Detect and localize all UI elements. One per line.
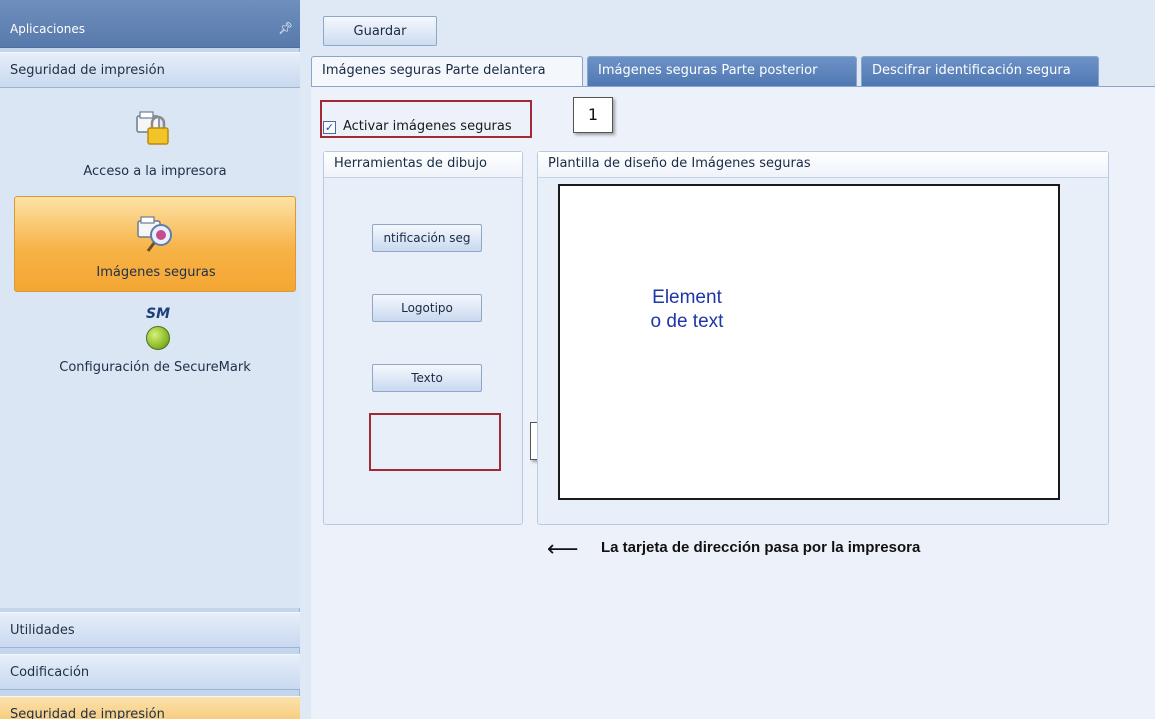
text-tool-button[interactable]: Texto bbox=[372, 364, 482, 392]
group-bar-label: Codificación bbox=[10, 665, 90, 680]
group-bar-print-security-bottom[interactable]: Seguridad de impresión bbox=[0, 696, 300, 719]
sidebar-item-securemark[interactable]: SM Configuración de SecureMark bbox=[14, 302, 296, 392]
tab-back[interactable]: Imágenes seguras Parte posterior bbox=[587, 56, 857, 86]
printer-lock-icon bbox=[135, 110, 175, 150]
logo-tool-button[interactable]: Logotipo bbox=[372, 294, 482, 322]
securemark-icon: SM bbox=[145, 306, 170, 322]
pin-icon[interactable]: 📌︎ bbox=[278, 21, 293, 35]
sidebar-item-secure-images[interactable]: Imágenes seguras bbox=[14, 196, 296, 292]
tab-decode[interactable]: Descifrar identificación segura bbox=[861, 56, 1099, 86]
group-bar-utilities[interactable]: Utilidades bbox=[0, 612, 300, 648]
group-bar-label: Utilidades bbox=[10, 623, 75, 638]
sidebar-header: Aplicaciones 📌︎ bbox=[0, 0, 300, 48]
toolbar: Guardar bbox=[301, 0, 1155, 54]
sidebar-item-printer-access[interactable]: Acceso a la impresora bbox=[14, 108, 296, 194]
group-bar-print-security[interactable]: Seguridad de impresión bbox=[0, 52, 300, 88]
group-bar-label: Seguridad de impresión bbox=[10, 63, 165, 78]
design-template-panel: Plantilla de diseño de Imágenes seguras … bbox=[537, 151, 1109, 525]
canvas-text-element[interactable]: Element o de text bbox=[632, 286, 742, 334]
sidebar-item-label: Acceso a la impresora bbox=[83, 164, 227, 179]
highlight-box-1 bbox=[320, 100, 532, 138]
sidebar-item-label: Imágenes seguras bbox=[96, 265, 216, 280]
sidebar-title: Aplicaciones bbox=[10, 22, 85, 36]
status-dot-icon bbox=[146, 326, 170, 350]
canvas-text-line: Element bbox=[652, 287, 722, 308]
applications-sidebar: Aplicaciones 📌︎ Seguridad de impresión A… bbox=[0, 0, 300, 719]
design-canvas[interactable]: Element o de text bbox=[558, 184, 1060, 500]
left-arrow-icon: ⟵ bbox=[547, 537, 579, 562]
secure-id-tool-button[interactable]: ntificación seg bbox=[372, 224, 482, 252]
tab-content: ✓ Activar imágenes seguras 1 Herramienta… bbox=[311, 86, 1155, 719]
group-bar-encoding[interactable]: Codificación bbox=[0, 654, 300, 690]
drawing-tools-panel: Herramientas de dibujo ntificación seg L… bbox=[323, 151, 570, 525]
secure-image-icon bbox=[136, 215, 176, 255]
highlight-box-2 bbox=[369, 413, 501, 471]
panel-title: Plantilla de diseño de Imágenes seguras bbox=[538, 152, 1108, 178]
card-direction-label: La tarjeta de dirección pasa por la impr… bbox=[601, 539, 921, 556]
callout-number-1: 1 bbox=[573, 97, 613, 133]
panel-title: Herramientas de dibujo bbox=[324, 152, 522, 178]
save-button[interactable]: Guardar bbox=[323, 16, 437, 46]
main-area: Guardar Imágenes seguras Parte delantera… bbox=[301, 0, 1155, 719]
tab-front[interactable]: Imágenes seguras Parte delantera bbox=[311, 56, 583, 88]
sidebar-item-label: Configuración de SecureMark bbox=[59, 360, 251, 375]
group-bar-label: Seguridad de impresión bbox=[10, 707, 165, 719]
canvas-text-line: o de text bbox=[650, 311, 724, 332]
